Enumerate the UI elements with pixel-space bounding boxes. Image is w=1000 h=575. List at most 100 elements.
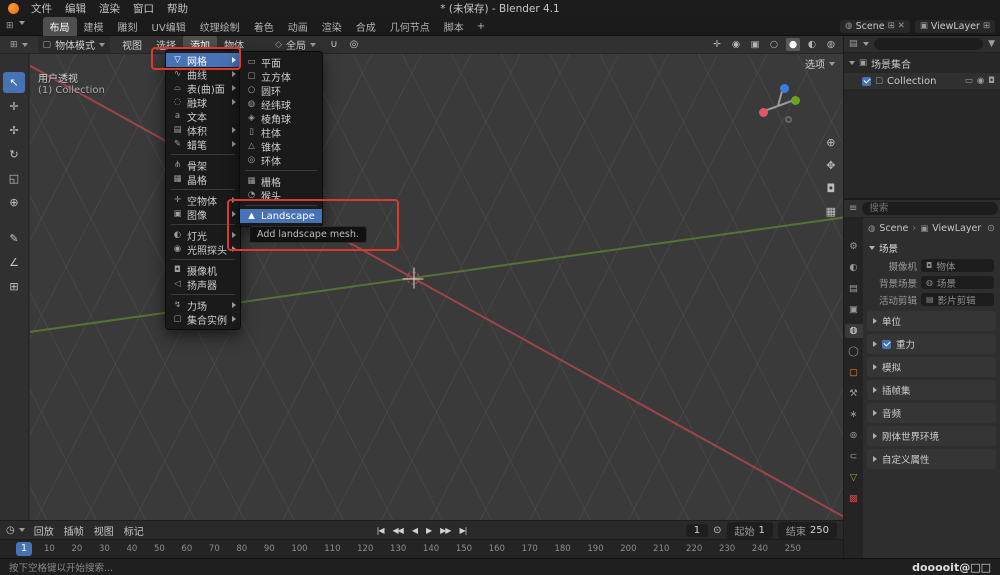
- mesh-menu-item[interactable]: ◍ 经纬球: [240, 97, 322, 111]
- transform-tool[interactable]: ⊕: [3, 192, 25, 213]
- add-menu-item[interactable]: ⋔ 骨架: [166, 158, 240, 172]
- material-shading-icon[interactable]: ◐: [805, 38, 819, 51]
- workspace-tab[interactable]: 几何节点: [383, 17, 437, 36]
- mesh-menu-item[interactable]: ○ 圆环: [240, 83, 322, 97]
- tab-data[interactable]: ▽: [845, 471, 863, 485]
- add-menu-item[interactable]: ∿ 曲线: [166, 67, 240, 81]
- add-menu-item[interactable]: ⌓ 表(曲)面: [166, 81, 240, 95]
- tab-render[interactable]: ◐: [845, 261, 863, 275]
- menubar-item[interactable]: 渲染: [99, 1, 120, 16]
- collection-checkbox[interactable]: [862, 77, 871, 86]
- mesh-menu-item[interactable]: ▦ 栅格: [240, 174, 322, 188]
- add-menu-item[interactable]: ▣ 图像: [166, 207, 240, 221]
- tab-modifiers[interactable]: ⚒: [845, 387, 863, 401]
- scene-selector[interactable]: ◍ Scene ⊞ ✕: [840, 20, 910, 33]
- mesh-menu-item[interactable]: ▲ Landscape: [240, 209, 322, 223]
- gizmo-x-axis-icon[interactable]: [759, 108, 768, 117]
- tab-object[interactable]: ▢: [845, 366, 863, 380]
- section-checkbox[interactable]: [882, 340, 891, 349]
- workspace-tab[interactable]: 着色: [247, 17, 281, 36]
- mesh-menu-item[interactable]: △ 锥体: [240, 139, 322, 153]
- mesh-menu-item[interactable]: ▯ 柱体: [240, 125, 322, 139]
- exclude-viewport-icon[interactable]: ▭: [965, 76, 973, 86]
- measure-tool[interactable]: ∠: [3, 252, 25, 273]
- tab-tool[interactable]: ⚙: [845, 240, 863, 254]
- tab-constraints[interactable]: ⊂: [845, 450, 863, 464]
- gizmo-z-axis-icon[interactable]: [780, 84, 789, 93]
- workspace-tab[interactable]: 建模: [77, 17, 111, 36]
- new-scene-icon[interactable]: ⊞: [888, 21, 895, 31]
- add-menu-item[interactable]: ✎ 蜡笔: [166, 137, 240, 151]
- add-menu-item[interactable]: ▢ 集合实例: [166, 312, 240, 326]
- tab-scene[interactable]: ◍: [845, 324, 863, 338]
- property-section-row[interactable]: 模拟: [867, 357, 996, 377]
- ortho-switch-icon[interactable]: ▦: [826, 205, 836, 218]
- add-menu-item[interactable]: [171, 224, 235, 225]
- viewlayer-selector[interactable]: ▣ ViewLayer ⊞: [915, 20, 995, 33]
- property-section-row[interactable]: 插帧集: [867, 380, 996, 400]
- camera-render-icon[interactable]: ◘: [988, 76, 995, 86]
- gizmo-toggle-icon[interactable]: ✛: [710, 38, 724, 51]
- current-frame-field[interactable]: 1: [686, 524, 708, 537]
- timeline-menu-item[interactable]: 视图: [89, 522, 119, 539]
- workspace-tab[interactable]: UV编辑: [145, 17, 193, 36]
- menubar-item[interactable]: 窗口: [133, 1, 154, 16]
- timeline-editor-icon[interactable]: ◷: [6, 525, 15, 536]
- mesh-menu-item[interactable]: ▭ 平面: [240, 55, 322, 69]
- add-menu-item[interactable]: ▦ 晶格: [166, 172, 240, 186]
- frame-end-field[interactable]: 结束 250: [778, 522, 837, 539]
- frame-start-field[interactable]: 起始 1: [727, 522, 773, 539]
- add-menu-item[interactable]: [171, 294, 235, 295]
- timeline-menu-item[interactable]: 标记: [119, 522, 149, 539]
- add-workspace-button[interactable]: +: [471, 21, 491, 32]
- property-section-row[interactable]: 音频: [867, 403, 996, 423]
- workspace-tab[interactable]: 布局: [43, 17, 77, 36]
- scale-tool[interactable]: ◱: [3, 168, 25, 189]
- cursor-tool[interactable]: ✛: [3, 96, 25, 117]
- property-field-input[interactable]: ▤ 影片剪辑: [921, 293, 994, 306]
- timeline-ruler[interactable]: 1 10203040506070809010011012013014015016…: [0, 539, 843, 558]
- property-section-row[interactable]: 单位: [867, 311, 996, 331]
- mesh-menu-item[interactable]: [245, 205, 317, 206]
- viewport-3d[interactable]: 用户透视 (1) Collection 选项 ⊕✥◘▦: [30, 54, 843, 520]
- tab-world[interactable]: ◯: [845, 345, 863, 359]
- rotate-tool[interactable]: ↻: [3, 144, 25, 165]
- play-button[interactable]: ▶: [423, 526, 434, 535]
- workspace-tab[interactable]: 纹理绘制: [193, 17, 247, 36]
- add-cube-tool[interactable]: ⊞: [3, 276, 25, 297]
- property-section-row[interactable]: 重力: [867, 334, 996, 354]
- chevron-down-icon[interactable]: [863, 42, 869, 46]
- solid-shading-icon[interactable]: ●: [786, 38, 800, 51]
- workspace-tab[interactable]: 动画: [281, 17, 315, 36]
- add-menu-item[interactable]: ◐ 灯光: [166, 228, 240, 242]
- properties-search-input[interactable]: [862, 202, 998, 215]
- viewport-menu-item[interactable]: 视图: [115, 36, 149, 53]
- select-box-tool[interactable]: ↖: [3, 72, 25, 93]
- auto-keying-icon[interactable]: ⊙: [713, 525, 721, 536]
- workspace-tab[interactable]: 合成: [349, 17, 383, 36]
- camera-view-icon[interactable]: ◘: [826, 182, 835, 195]
- property-field-input[interactable]: ◍ 场景: [921, 276, 994, 289]
- add-menu-item[interactable]: ▽ 网格: [166, 53, 240, 67]
- tab-texture[interactable]: ▩: [845, 492, 863, 506]
- timeline-menu-item[interactable]: 回放: [29, 522, 59, 539]
- outliner-collection-row[interactable]: ▢ Collection ▭ ◉ ◘: [844, 73, 1000, 89]
- pan-hand-icon[interactable]: ✥: [826, 159, 835, 172]
- add-menu-item[interactable]: ↯ 力场: [166, 298, 240, 312]
- pin-icon[interactable]: ⊙: [987, 223, 995, 234]
- mesh-menu-item[interactable]: ◔ 猴头: [240, 188, 322, 202]
- gizmo-negative-axis-icon[interactable]: [785, 116, 792, 123]
- workspace-tab[interactable]: 雕刻: [111, 17, 145, 36]
- properties-editor-icon[interactable]: ≡: [849, 203, 857, 214]
- timeline-menu-item[interactable]: 插帧: [59, 522, 89, 539]
- editor-type-icon[interactable]: ⊞: [6, 21, 14, 31]
- add-menu-item[interactable]: [171, 189, 235, 190]
- workspace-tab[interactable]: 脚本: [437, 17, 471, 36]
- mode-dropdown[interactable]: ▢ 物体模式: [38, 36, 111, 53]
- options-dropdown[interactable]: 选项: [805, 56, 835, 71]
- rendered-shading-icon[interactable]: ◍: [824, 38, 838, 51]
- snap-magnet-icon[interactable]: ∪: [327, 38, 341, 51]
- add-menu-item[interactable]: ◉ 光照探头: [166, 242, 240, 256]
- outliner-scene-collection-row[interactable]: ▣ 场景集合: [844, 53, 1000, 73]
- tab-output[interactable]: ▤: [845, 282, 863, 296]
